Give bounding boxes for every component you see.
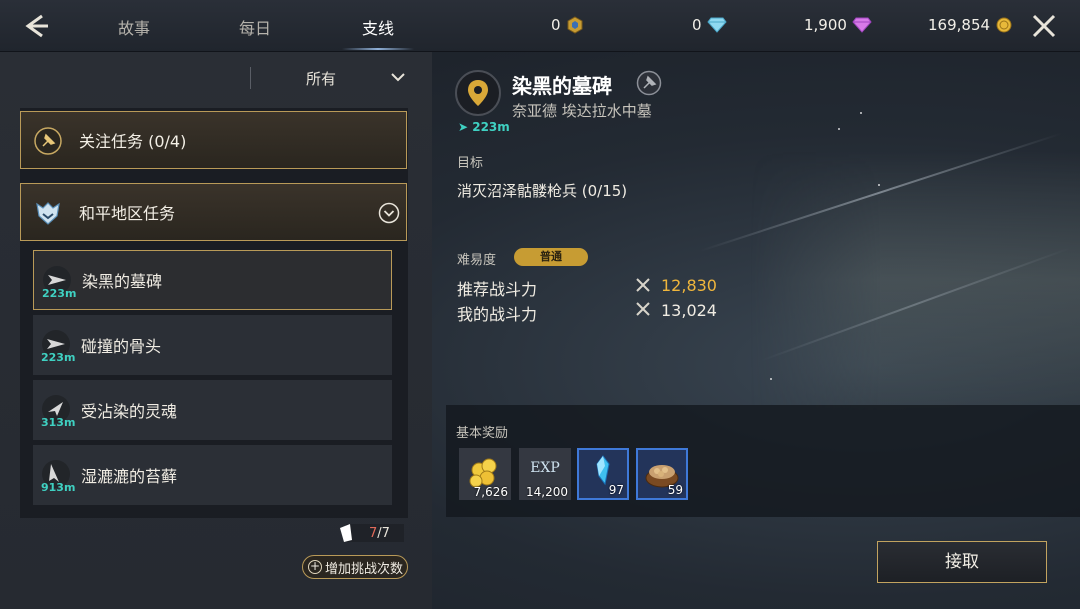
add-challenge-button[interactable]: + 增加挑战次数 bbox=[302, 555, 408, 579]
track-pin-icon[interactable] bbox=[636, 70, 662, 96]
tab-daily[interactable]: 每日 bbox=[239, 15, 271, 39]
crossed-swords-icon bbox=[636, 302, 650, 316]
currency-value: 0 bbox=[692, 16, 702, 34]
rewards-title: 基本奖励 bbox=[456, 426, 509, 441]
plus-icon: + bbox=[308, 559, 322, 574]
reward-item[interactable]: 7,626 bbox=[459, 448, 511, 500]
quest-distance: ➤ 223m bbox=[458, 120, 510, 134]
category-followed[interactable]: 关注任务 (0/4) bbox=[20, 111, 407, 169]
exp-icon: EXP bbox=[530, 460, 560, 476]
quest-distance: 223m bbox=[42, 287, 77, 300]
quest-name: 染黑的墓碑 bbox=[82, 272, 163, 291]
reward-item[interactable]: 59 bbox=[636, 448, 688, 500]
quest-location: 奈亚德 埃达拉水中墓 bbox=[512, 102, 652, 120]
helmet-icon bbox=[36, 202, 60, 225]
chevron-down-icon[interactable] bbox=[390, 70, 406, 84]
currency-purple-gem: 1,900 bbox=[804, 16, 872, 34]
star bbox=[770, 378, 772, 380]
quest-item[interactable]: 313m 受沾染的灵魂 bbox=[33, 380, 392, 440]
currency-value: 1,900 bbox=[804, 16, 847, 34]
difficulty-label: 难易度 bbox=[457, 253, 497, 268]
currency-gold: 169,854 bbox=[928, 16, 1013, 34]
tab-story[interactable]: 故事 bbox=[118, 15, 150, 39]
star bbox=[860, 112, 862, 114]
gold-coin-icon bbox=[996, 17, 1012, 33]
quest-distance: 913m bbox=[41, 481, 76, 494]
quest-item[interactable]: 913m 湿漉漉的苔藓 bbox=[33, 445, 392, 505]
currency-hex-token: 0 bbox=[551, 16, 584, 34]
recommended-power-value: 12,830 bbox=[661, 276, 717, 295]
currency-value: 169,854 bbox=[928, 16, 991, 34]
active-tab-indicator bbox=[342, 48, 414, 50]
purple-gem-icon bbox=[852, 17, 872, 33]
filter-dropdown[interactable]: 所有 bbox=[306, 68, 336, 89]
reward-amount: 14,200 bbox=[526, 485, 568, 499]
quest-name: 受沾染的灵魂 bbox=[81, 402, 178, 421]
reward-item[interactable]: 97 bbox=[577, 448, 629, 500]
quest-distance: 313m bbox=[41, 416, 76, 429]
objective-label: 目标 bbox=[457, 156, 484, 171]
add-challenge-label: 增加挑战次数 bbox=[325, 561, 404, 577]
accept-button[interactable]: 接取 bbox=[877, 541, 1047, 583]
quest-location-marker bbox=[455, 70, 501, 116]
challenge-count: 7/7 bbox=[369, 526, 390, 541]
category-label: 和平地区任务 bbox=[79, 204, 176, 223]
diamond-icon bbox=[706, 17, 727, 33]
star bbox=[878, 184, 880, 186]
map-pin-icon bbox=[468, 80, 488, 106]
quest-item[interactable]: 223m 染黑的墓碑 bbox=[33, 250, 392, 310]
difficulty-badge: 普通 bbox=[514, 248, 588, 266]
tab-side[interactable]: 支线 bbox=[362, 15, 394, 39]
objective-text: 消灭沼泽骷髅枪兵 (0/15) bbox=[457, 182, 628, 200]
filter-divider bbox=[250, 67, 251, 89]
reward-amount: 59 bbox=[667, 483, 683, 497]
star bbox=[838, 128, 840, 130]
quest-title: 染黑的墓碑 bbox=[512, 74, 612, 98]
pin-icon bbox=[34, 127, 62, 155]
currency-value: 0 bbox=[551, 16, 561, 34]
category-label: 关注任务 (0/4) bbox=[79, 132, 187, 151]
challenge-total: /7 bbox=[377, 526, 390, 541]
quest-name: 湿漉漉的苔藓 bbox=[81, 467, 178, 486]
my-power-value: 13,024 bbox=[661, 301, 717, 320]
category-peace-zone[interactable]: 和平地区任务 bbox=[20, 183, 407, 241]
close-icon[interactable] bbox=[1030, 12, 1058, 40]
crossed-swords-icon bbox=[636, 278, 650, 292]
reward-amount: 97 bbox=[608, 483, 624, 497]
castle-backdrop bbox=[750, 150, 1080, 410]
reward-item[interactable]: EXP 14,200 bbox=[519, 448, 571, 500]
my-power-label: 我的战斗力 bbox=[457, 305, 538, 324]
currency-diamond: 0 bbox=[692, 16, 727, 34]
recommended-power-label: 推荐战斗力 bbox=[457, 280, 538, 299]
quest-item[interactable]: 223m 碰撞的骨头 bbox=[33, 315, 392, 375]
quest-name: 碰撞的骨头 bbox=[81, 337, 162, 356]
top-bar: 故事 每日 支线 0 0 1,900 169,854 bbox=[0, 0, 1080, 52]
chevron-down-circle-icon[interactable] bbox=[378, 202, 400, 224]
quest-distance-value: 223m bbox=[472, 120, 510, 134]
quest-distance: 223m bbox=[41, 351, 76, 364]
hex-token-icon bbox=[567, 16, 583, 34]
reward-amount: 7,626 bbox=[473, 485, 508, 499]
back-arrow-icon[interactable] bbox=[18, 10, 54, 42]
